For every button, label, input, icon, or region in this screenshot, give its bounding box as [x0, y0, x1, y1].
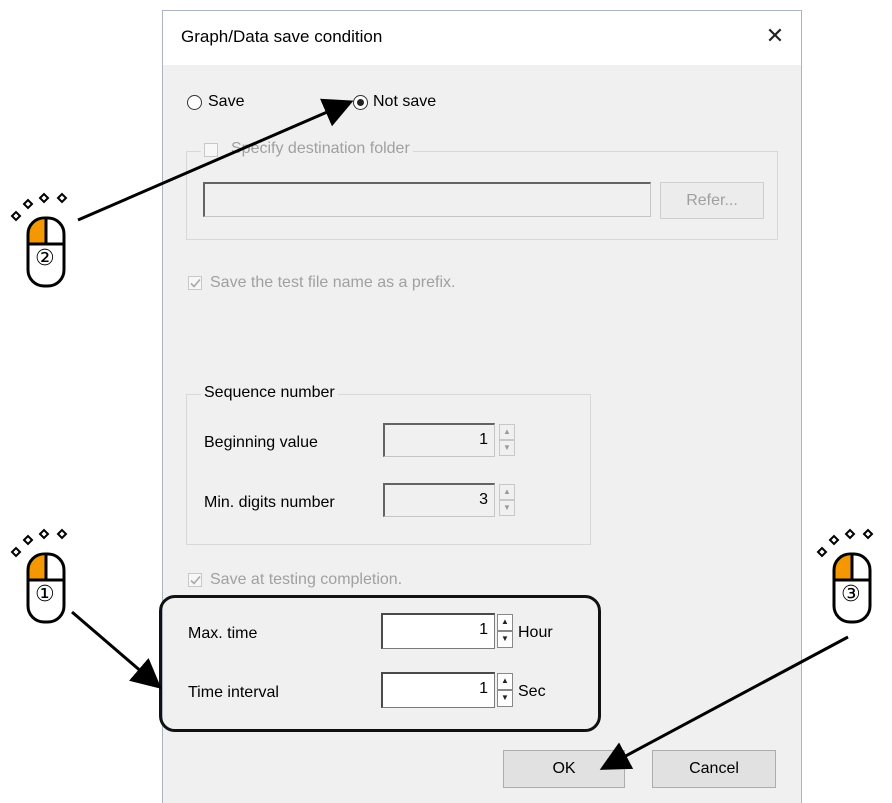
mouse-left-click-icon-step1: ① [6, 528, 86, 628]
arrow-step3 [599, 635, 849, 770]
annotation-arrows [71, 98, 849, 770]
step2-number: ② [35, 246, 55, 271]
step1-number: ① [35, 582, 55, 607]
step3-number: ③ [841, 582, 861, 607]
mouse-left-click-icon-step3: ③ [812, 528, 892, 628]
arrow-step2 [77, 98, 354, 222]
mouse-left-click-icon-step2: ② [6, 192, 86, 292]
